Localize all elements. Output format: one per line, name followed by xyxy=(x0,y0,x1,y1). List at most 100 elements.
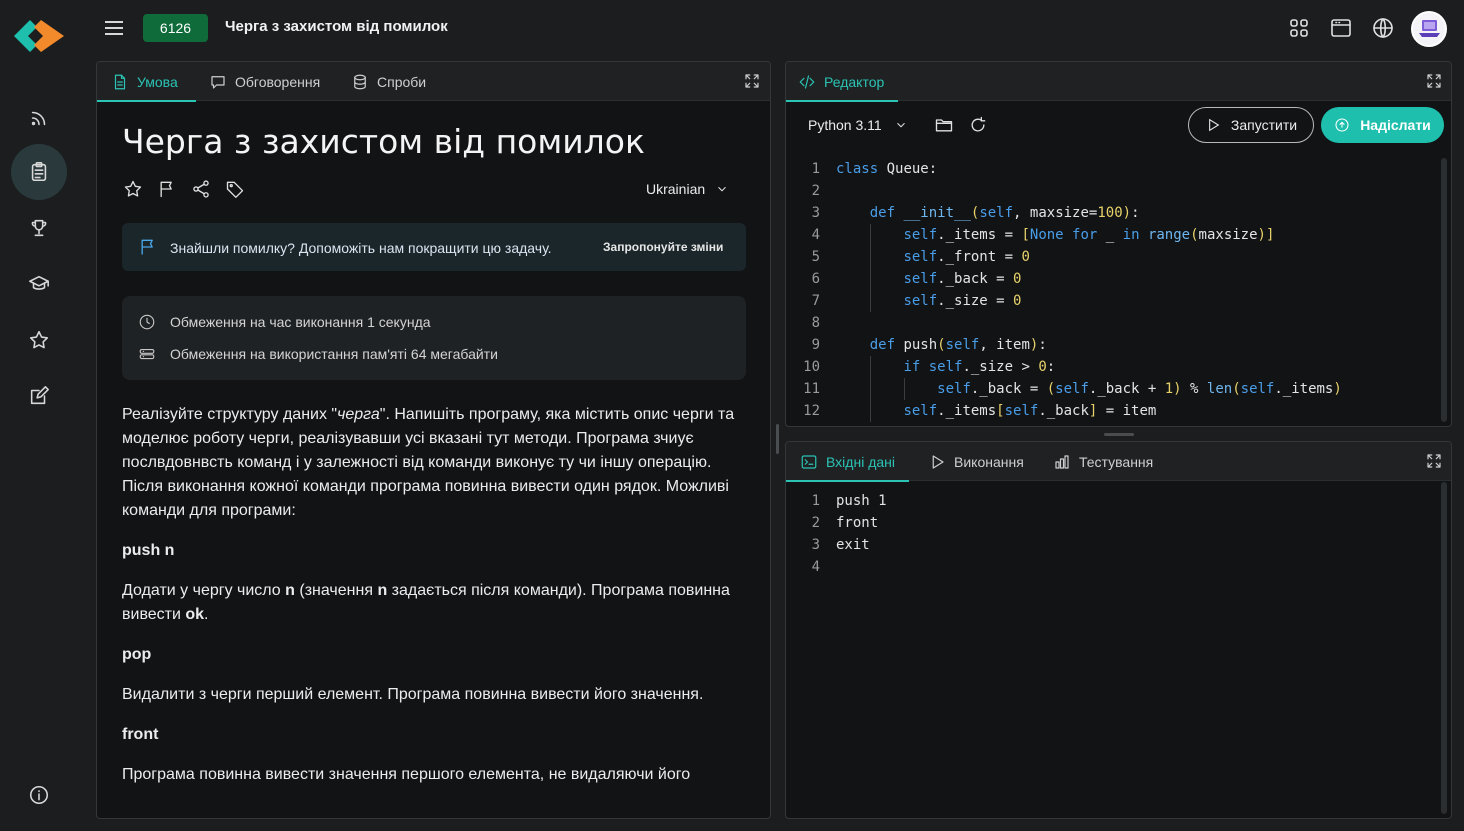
chat-bubble-icon xyxy=(211,75,225,89)
upload-circle-icon xyxy=(1335,118,1349,132)
code-line: 9 def push(self, item): xyxy=(811,337,1047,353)
code-editor[interactable]: 1 class Queue: 2 3 def __init__(self, max… xyxy=(786,158,1451,422)
logo[interactable] xyxy=(14,15,64,57)
code-line-text: class Queue: xyxy=(836,161,938,177)
tab-testing[interactable]: Тестування xyxy=(1053,442,1153,481)
input-scrollbar[interactable] xyxy=(1441,482,1447,814)
terminal-icon xyxy=(801,454,817,469)
rail-problems[interactable] xyxy=(11,144,67,200)
favorite-star-icon[interactable] xyxy=(123,179,145,201)
command-push-description: Додати у чергу число n (значення n задає… xyxy=(122,582,730,623)
database-icon xyxy=(354,74,366,89)
expand-icon[interactable] xyxy=(743,72,761,90)
tab-statement[interactable]: Умова xyxy=(97,62,196,102)
command-pop-heading: pop xyxy=(122,646,152,663)
statement-language-value: Ukrainian xyxy=(646,181,706,197)
editor-scrollbar[interactable] xyxy=(1441,158,1447,422)
problem-description: Реалізуйте структуру даних "черга". Напи… xyxy=(122,403,752,803)
statement-language-select[interactable]: Ukrainian xyxy=(646,181,729,197)
submit-button[interactable]: Надіслати xyxy=(1321,107,1444,143)
submit-button-label: Надіслати xyxy=(1360,117,1431,133)
input-line: 1 push 1 xyxy=(811,493,887,509)
tab-discussion-label: Обговорення xyxy=(235,73,321,90)
tab-attempts[interactable]: Спроби xyxy=(351,62,426,101)
expand-icon[interactable] xyxy=(1425,72,1443,90)
input-line: 2 front xyxy=(811,515,879,531)
chevron-down-icon xyxy=(896,122,905,128)
code-line: 3 def __init__(self, maxsize=100): xyxy=(811,205,1140,221)
report-flag-icon[interactable] xyxy=(157,179,179,201)
header-title: Черга з захистом від помилок xyxy=(225,18,448,35)
info-icon xyxy=(29,785,49,805)
panel-resize-handle-horizontal[interactable] xyxy=(1104,433,1134,436)
language-select-value: Python 3.11 xyxy=(808,117,882,133)
code-line: 6 self._back = 0 xyxy=(786,268,1451,290)
top-header: 6126 Черга з захистом від помилок xyxy=(78,0,1464,56)
tab-discussion[interactable]: Обговорення xyxy=(209,62,320,101)
memory-icon xyxy=(139,348,155,360)
trophy-icon xyxy=(31,219,47,237)
user-avatar[interactable] xyxy=(1411,11,1447,47)
rail-edit[interactable] xyxy=(11,368,67,424)
run-button-label: Запустити xyxy=(1230,117,1298,133)
problem-tabs: Умова Обговорення Спроби xyxy=(97,62,770,102)
folder-icon[interactable] xyxy=(934,115,956,137)
clock-icon xyxy=(139,314,155,330)
feedback-text: Знайшли помилку? Допоможіть нам покращит… xyxy=(170,240,552,256)
tab-execution-label: Виконання xyxy=(954,453,1024,470)
expand-icon[interactable] xyxy=(1425,452,1443,470)
code-icon xyxy=(799,74,815,89)
edit-icon xyxy=(30,386,49,405)
editor-panel: Редактор Python 3.11 Запустити Надіслати… xyxy=(785,61,1452,427)
io-panel: Вхідні дані Виконання Тестування 1 push 1… xyxy=(785,441,1452,819)
rail-favorites[interactable] xyxy=(11,312,67,368)
code-line: 8 xyxy=(811,315,820,331)
tab-execution[interactable]: Виконання xyxy=(928,442,1024,481)
chevron-down-icon xyxy=(718,186,727,192)
rss-icon xyxy=(31,111,46,126)
panel-resize-handle-vertical[interactable] xyxy=(776,424,779,454)
command-pop-description: Видалити з черги перший елемент. Програм… xyxy=(122,686,704,703)
play-icon xyxy=(932,454,944,469)
rail-contests[interactable] xyxy=(11,200,67,256)
memory-limit-text: Обмеження на використання пам'яті 64 мег… xyxy=(170,346,498,362)
suggest-changes-link[interactable]: Запропонуйте зміни xyxy=(603,240,723,254)
input-line: 3 exit xyxy=(811,537,870,553)
input-line: 4 xyxy=(811,559,820,575)
io-tabs: Вхідні дані Виконання Тестування xyxy=(786,442,1451,482)
reset-icon[interactable] xyxy=(968,115,990,137)
code-line: 11 self._back = (self._back + 1) % len(s… xyxy=(786,378,1451,400)
rail-info[interactable] xyxy=(11,767,67,823)
description-intro: Реалізуйте структуру даних "черга". Напи… xyxy=(122,406,735,519)
share-icon[interactable] xyxy=(191,179,213,201)
play-icon xyxy=(1209,118,1220,132)
flag-icon xyxy=(138,237,158,257)
rail-feed[interactable] xyxy=(11,90,67,146)
clipboard-icon xyxy=(31,162,47,182)
tab-testing-label: Тестування xyxy=(1079,453,1154,470)
tag-icon[interactable] xyxy=(225,179,247,201)
apps-grid-icon[interactable] xyxy=(1287,16,1311,40)
hamburger-menu-icon[interactable] xyxy=(102,16,126,40)
command-front-heading: front xyxy=(122,726,159,743)
tab-editor[interactable]: Редактор xyxy=(786,62,899,102)
limits-box: Обмеження на час виконання 1 секунда Обм… xyxy=(122,296,746,380)
star-icon xyxy=(29,330,49,349)
code-line: 10 if self._size > 0: xyxy=(786,356,1451,378)
time-limit: Обмеження на час виконання 1 секунда xyxy=(138,313,431,331)
language-select[interactable]: Python 3.11 xyxy=(808,117,908,133)
logo-icon xyxy=(14,20,64,52)
command-push-heading: push n xyxy=(122,542,175,559)
tab-statement-label: Умова xyxy=(137,73,178,90)
globe-icon[interactable] xyxy=(1371,16,1395,40)
tab-input[interactable]: Вхідні дані xyxy=(786,442,909,482)
browser-window-icon[interactable] xyxy=(1329,16,1353,40)
problem-id-badge: 6126 xyxy=(143,14,208,42)
app-root: 6126 Черга з захистом від помилок Умова xyxy=(0,0,1464,831)
rail-courses[interactable] xyxy=(11,256,67,312)
editor-tabs: Редактор xyxy=(786,62,1451,102)
problem-title: Черга з захистом від помилок xyxy=(122,122,645,161)
run-button[interactable]: Запустити xyxy=(1188,107,1314,143)
input-editor[interactable]: 1 push 1 2 front 3 exit 4 xyxy=(786,490,1451,578)
graduation-cap-icon xyxy=(29,275,49,290)
